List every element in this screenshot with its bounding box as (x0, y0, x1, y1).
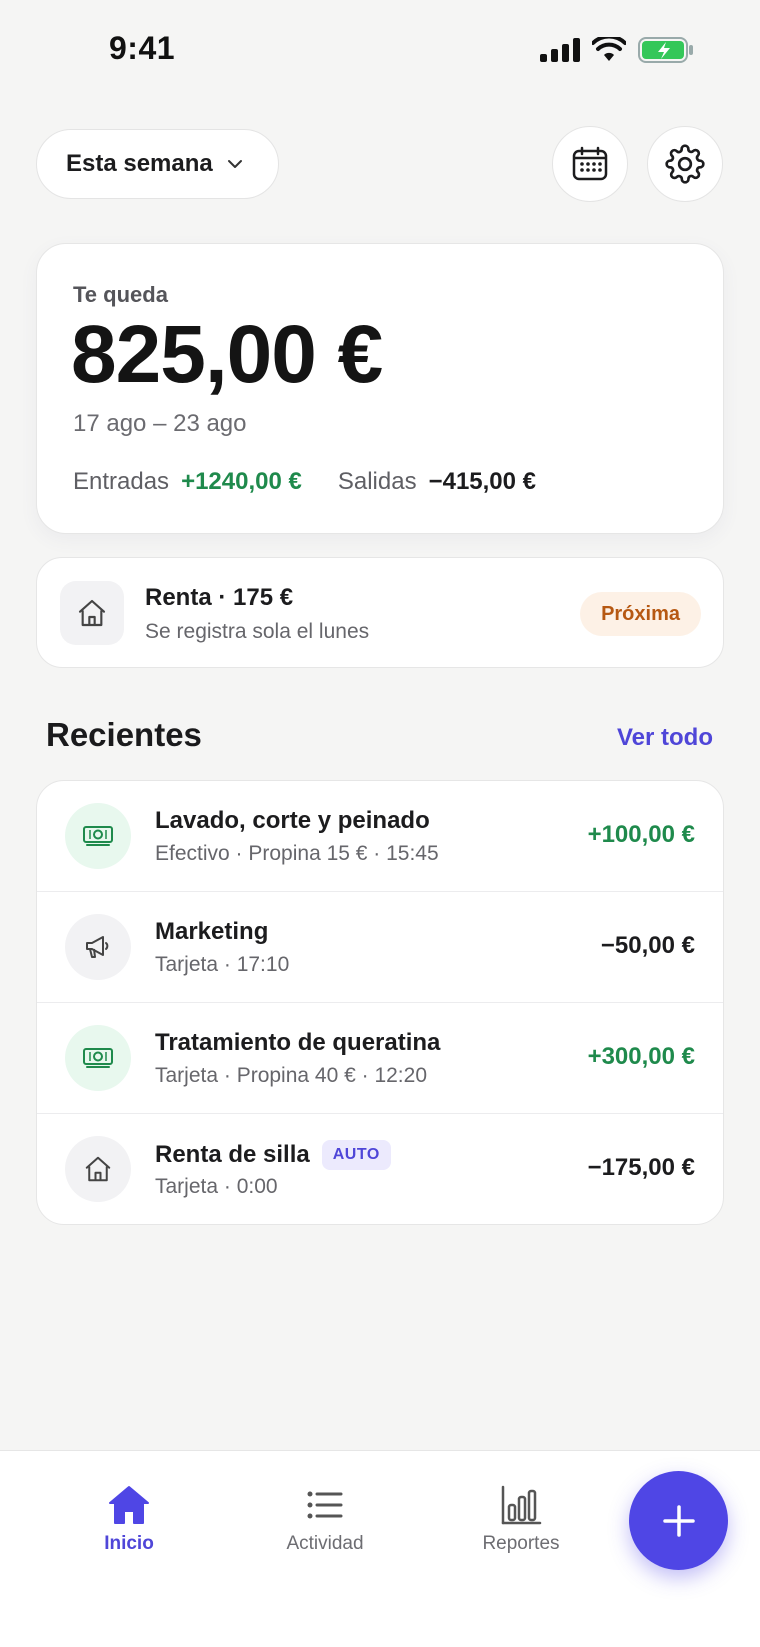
tab-activity[interactable]: Actividad (255, 1485, 395, 1555)
period-label: Esta semana (66, 150, 213, 177)
gear-icon (665, 144, 705, 184)
transaction-subtitle: Efectivo · Propina 15 € · 15:45 (155, 842, 439, 865)
status-icons (540, 36, 694, 64)
list-icon (307, 1491, 343, 1519)
chevron-down-icon (227, 160, 242, 168)
recurring-subtitle: Se registra sola el lunes (145, 620, 370, 643)
recurring-card[interactable]: Renta · 175 € Se registra sola el lunes … (36, 557, 724, 668)
income-label: Entradas (73, 468, 170, 495)
tab-bar: Inicio Actividad Reportes (0, 1450, 760, 1647)
status-bar: 9:41 (0, 0, 760, 100)
transaction-title: Lavado, corte y peinado (155, 807, 430, 835)
tab-home[interactable]: Inicio (59, 1485, 199, 1555)
transaction-subtitle: Tarjeta · 0:00 (155, 1175, 278, 1198)
add-transaction-button[interactable] (629, 1471, 728, 1570)
status-badge: Próxima (580, 592, 701, 636)
income-value: +1240,00 € (181, 468, 302, 495)
auto-badge: AUTO (321, 1140, 391, 1170)
transaction-subtitle: Tarjeta · 17:10 (155, 953, 290, 976)
tab-label: Reportes (482, 1533, 560, 1554)
bar-chart-icon (501, 1485, 542, 1525)
transaction-title-text: Marketing (155, 918, 269, 945)
balance-label: Te queda (73, 282, 168, 307)
recurring-title: Renta · 175 € (145, 584, 294, 611)
signal-icon (540, 38, 580, 62)
transaction-title: Tratamiento de queratina (155, 1029, 440, 1057)
tab-label: Inicio (104, 1533, 154, 1554)
period-selector[interactable]: Esta semana (36, 129, 279, 199)
calendar-button[interactable] (552, 126, 628, 202)
see-all-link[interactable]: Ver todo (617, 724, 713, 752)
date-range: 17 ago – 23 ago (73, 410, 247, 437)
transaction-amount: +300,00 € (587, 1043, 695, 1070)
balance-amount: 825,00 € (71, 309, 383, 400)
tab-reports[interactable]: Reportes (451, 1485, 591, 1555)
balance-card: Te queda 825,00 € 17 ago – 23 ago Entrad… (36, 243, 724, 534)
tab-label: Actividad (286, 1533, 364, 1554)
transaction-list: Lavado, corte y peinado Efectivo · Propi… (36, 780, 724, 1225)
megaphone-icon (65, 914, 131, 980)
flows-summary: Entradas +1240,00 € Salidas −415,00 € (73, 468, 536, 496)
cash-icon (65, 803, 131, 869)
list-item[interactable]: Tratamiento de queratina Tarjeta · Propi… (37, 1003, 723, 1114)
transaction-title: Renta de silla AUTO (155, 1140, 391, 1170)
transaction-title-text: Lavado, corte y peinado (155, 807, 430, 834)
expense-value: −415,00 € (428, 468, 537, 495)
plus-icon (662, 1504, 695, 1537)
transaction-title-text: Tratamiento de queratina (155, 1029, 441, 1056)
house-icon (60, 581, 124, 645)
list-item[interactable]: Lavado, corte y peinado Efectivo · Propi… (37, 781, 723, 892)
transaction-subtitle: Tarjeta · Propina 40 € · 12:20 (155, 1064, 427, 1087)
battery-icon (638, 37, 693, 63)
list-item[interactable]: Renta de silla AUTO Tarjeta · 0:00 −175,… (37, 1114, 723, 1224)
transaction-amount: −50,00 € (600, 932, 695, 959)
section-title: Recientes (46, 716, 202, 753)
house-icon (65, 1136, 131, 1202)
wifi-icon (592, 37, 626, 61)
transaction-title-text: Renta de silla (155, 1141, 310, 1168)
home-icon (109, 1486, 149, 1524)
transaction-title: Marketing (155, 918, 268, 946)
expense-label: Salidas (337, 468, 417, 495)
cash-icon (65, 1025, 131, 1091)
transaction-amount: −175,00 € (587, 1154, 695, 1181)
transaction-amount: +100,00 € (587, 821, 695, 848)
list-item[interactable]: Marketing Tarjeta · 17:10 −50,00 € (37, 892, 723, 1003)
settings-button[interactable] (647, 126, 723, 202)
status-time: 9:41 (109, 30, 176, 66)
calendar-icon (572, 146, 608, 181)
